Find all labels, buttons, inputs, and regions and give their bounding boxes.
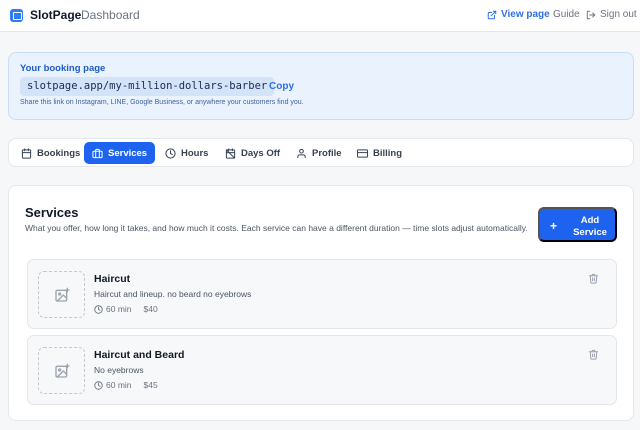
tab-hours-label: Hours: [181, 147, 209, 159]
view-page-label: View page: [501, 9, 550, 20]
booking-page-card: Your booking page slotpage.app/my-millio…: [8, 52, 634, 120]
tab-services-label: Services: [108, 147, 148, 159]
copy-link-button[interactable]: Copy: [269, 81, 294, 92]
tab-bookings-label: Bookings: [37, 147, 81, 159]
guide-link[interactable]: Guide: [553, 9, 580, 20]
view-page-link[interactable]: View page: [487, 9, 550, 20]
service-name: Haircut and Beard: [94, 349, 185, 361]
service-description: No eyebrows: [94, 365, 144, 375]
tab-hours[interactable]: Hours: [157, 142, 216, 164]
brand-name[interactable]: SlotPage: [30, 8, 81, 22]
tab-days-off-label: Days Off: [241, 147, 281, 159]
top-bar: SlotPage Dashboard View page Guide Sign …: [0, 0, 640, 32]
sign-out-icon: [586, 10, 596, 19]
image-add-icon: [54, 363, 70, 378]
service-card[interactable]: Haircut and Beard No eyebrows 60 min $45: [27, 335, 617, 405]
sign-out-button[interactable]: Sign out: [586, 9, 637, 20]
tab-profile[interactable]: Profile: [288, 142, 350, 164]
clock-icon: [165, 147, 176, 159]
booking-share-note: Share this link on Instagram, LINE, Goog…: [20, 99, 304, 106]
booking-page-title: Your booking page: [20, 63, 106, 74]
clock-icon: [94, 380, 103, 390]
services-description: What you offer, how long it takes, and h…: [25, 223, 528, 233]
tab-billing[interactable]: Billing: [349, 142, 410, 164]
service-meta: 60 min $40: [94, 304, 158, 314]
image-add-icon: [54, 287, 70, 302]
clock-icon: [94, 304, 103, 314]
service-meta: 60 min $45: [94, 380, 158, 390]
add-service-button[interactable]: + Add Service: [538, 207, 617, 242]
calendar-off-icon: [225, 147, 236, 159]
tab-days-off[interactable]: Days Off: [217, 142, 288, 164]
service-image-upload[interactable]: [38, 271, 85, 318]
booking-url[interactable]: slotpage.app/my-million-dollars-barber: [20, 77, 275, 96]
add-service-label: Add Service: [573, 215, 607, 238]
service-name: Haircut: [94, 273, 131, 285]
breadcrumb: Dashboard: [81, 8, 140, 22]
services-title: Services: [25, 205, 79, 220]
calendar-logo-icon: [10, 9, 23, 22]
plus-icon: +: [550, 219, 558, 233]
service-card[interactable]: Haircut Haircut and lineup. no beard no …: [27, 259, 617, 329]
tab-services[interactable]: Services: [84, 142, 156, 164]
trash-icon[interactable]: [588, 273, 599, 284]
service-duration: 60 min: [106, 380, 132, 390]
briefcase-icon: [92, 148, 103, 158]
service-price: $45: [143, 380, 158, 390]
tab-bookings[interactable]: Bookings: [13, 142, 88, 164]
tab-profile-label: Profile: [312, 147, 342, 159]
credit-card-icon: [357, 148, 368, 158]
service-price: $40: [143, 304, 158, 314]
dashboard-tabs: Bookings Services Hours Days Off Profile…: [8, 138, 634, 167]
guide-label: Guide: [553, 9, 580, 20]
service-description: Haircut and lineup. no beard no eyebrows: [94, 289, 252, 299]
sign-out-label: Sign out: [600, 9, 637, 20]
tab-billing-label: Billing: [373, 147, 403, 159]
external-link-icon: [487, 10, 497, 19]
user-icon: [297, 148, 306, 158]
service-duration: 60 min: [106, 304, 132, 314]
trash-icon[interactable]: [588, 349, 599, 360]
calendar-icon: [21, 147, 32, 159]
services-panel: Services What you offer, how long it tak…: [8, 185, 634, 421]
service-image-upload[interactable]: [38, 347, 85, 394]
